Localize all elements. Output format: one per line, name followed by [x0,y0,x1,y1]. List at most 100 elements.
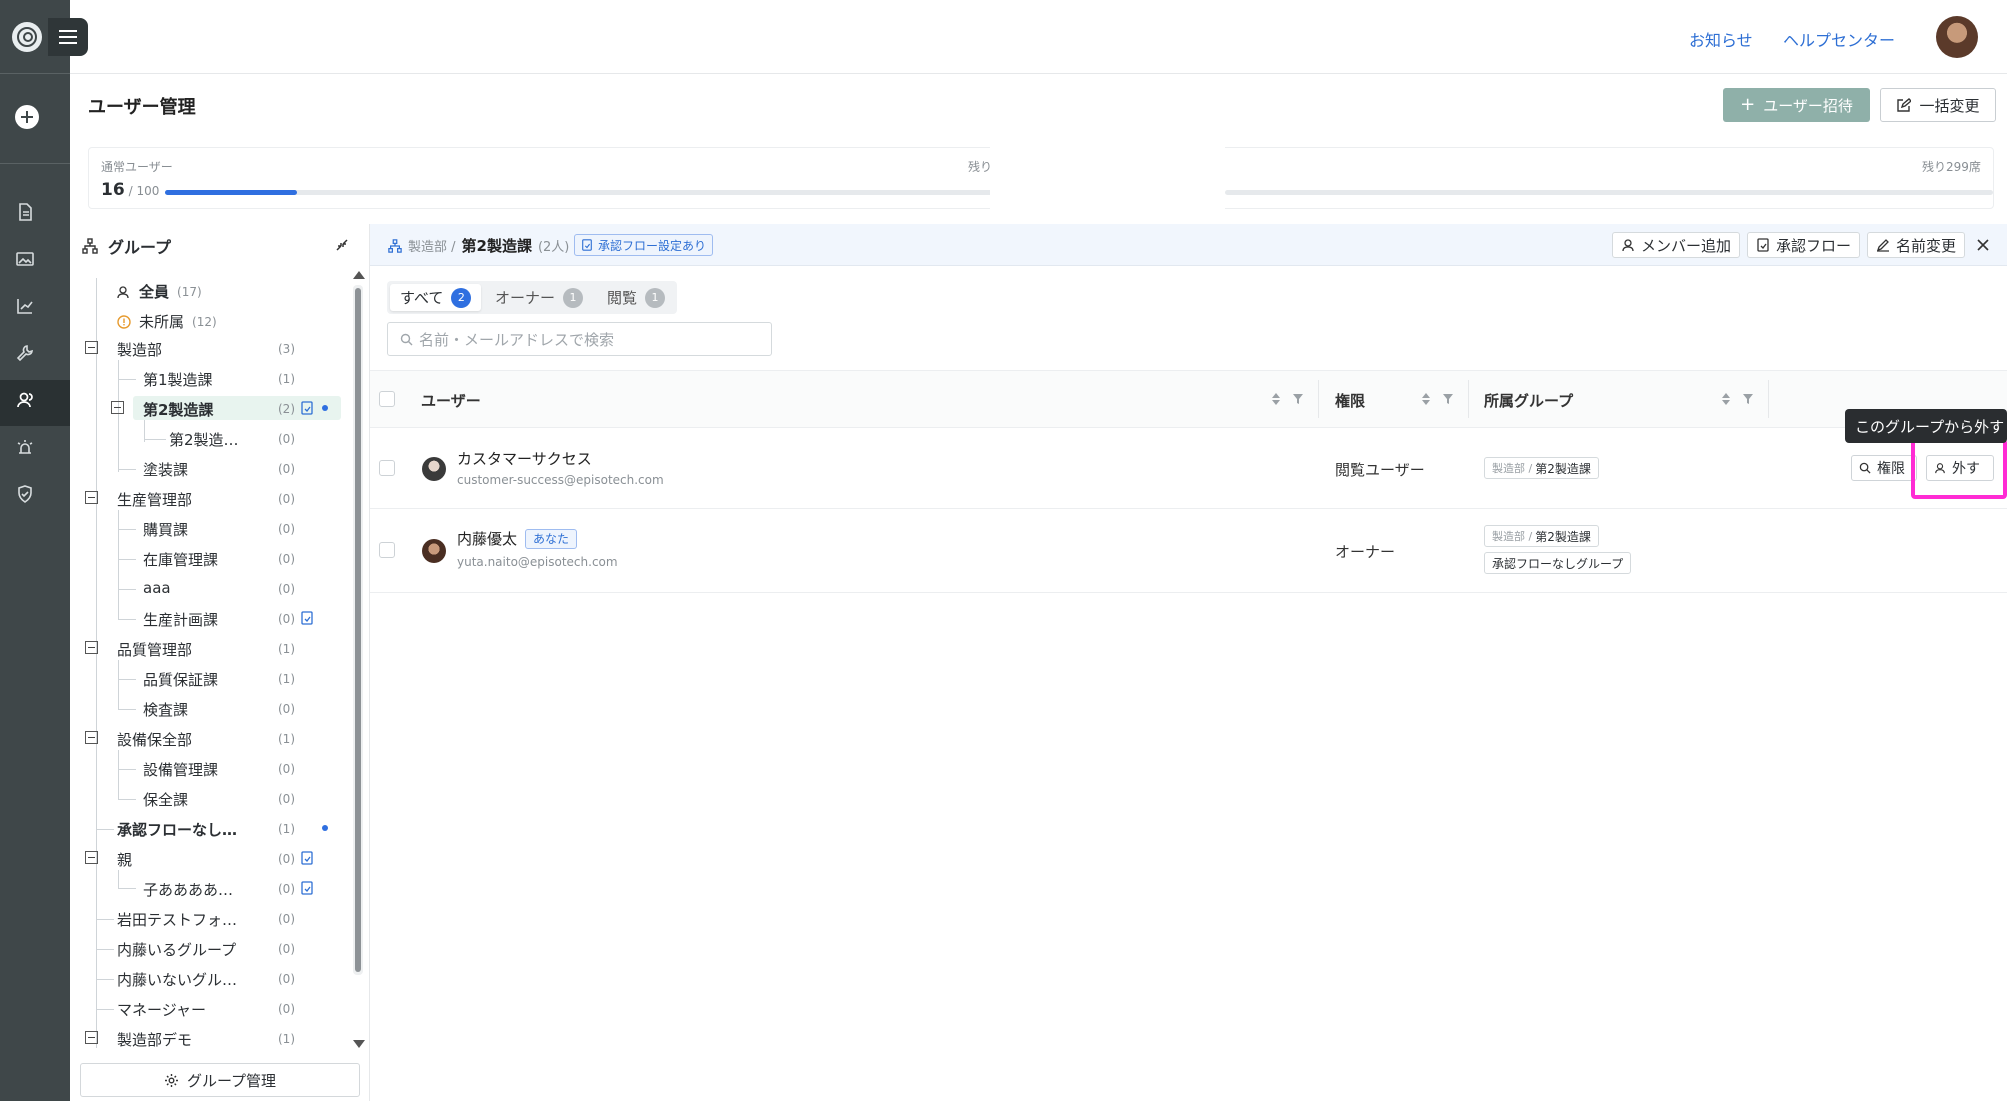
invite-user-button[interactable]: + ユーザー招待 [1723,88,1870,122]
scroll-down-icon[interactable] [353,1040,365,1048]
filter-icon[interactable] [1442,393,1454,405]
status-dot [322,405,328,411]
group-item-planning[interactable]: 生産計画課 [143,609,218,630]
tree-scrollbar-thumb[interactable] [355,288,361,972]
group-item-child[interactable]: 子ああああ… [143,879,233,900]
group-count: (0) [278,1002,295,1016]
group-count: (0) [278,492,295,506]
user-name: カスタマーサクセス [457,450,592,468]
group-item-parent[interactable]: 親 [117,849,132,870]
hamburger-menu-icon[interactable] [48,18,88,56]
group-item-no-flow[interactable]: 承認フローなし… [117,819,237,840]
image-icon[interactable] [10,244,40,274]
tree-line [96,949,114,950]
shield-check-icon[interactable] [10,479,40,509]
tree-line [118,360,119,472]
filter-icon[interactable] [1292,393,1304,405]
alarm-icon[interactable] [10,432,40,462]
close-icon[interactable] [1976,238,1990,252]
group-item-mfg-1[interactable]: 第1製造課 [143,369,213,390]
help-center-link[interactable]: ヘルプセンター [1783,27,1895,51]
group-tag-parent: 製造部 / [1492,530,1533,543]
group-item-qa[interactable]: 品質保証課 [143,669,218,690]
tree-line [96,278,97,1048]
group-item-unassigned[interactable]: 未所属 (12) [117,311,217,332]
create-plus-icon[interactable] [15,105,39,129]
tab-owner[interactable]: オーナー 1 [485,284,593,311]
group-tag-name: 第2製造課 [1535,461,1591,476]
group-item-painting[interactable]: 塗装課 [143,459,188,480]
group-item-mfg-2[interactable]: 第2製造課 [143,399,213,420]
group-item-manufacturing[interactable]: 製造部 [117,339,162,360]
group-item-inspection[interactable]: 検査課 [143,699,188,720]
rename-button[interactable]: 名前変更 [1867,232,1966,258]
analytics-chart-icon[interactable] [10,291,40,321]
collapse-toggle-icon[interactable] [85,341,98,354]
column-divider [1768,380,1769,418]
group-item-naito-in[interactable]: 内藤いるグループ [117,939,236,960]
group-item-equipment[interactable]: 設備管理課 [143,759,218,780]
usage-progress-fill [165,190,298,195]
tab-all[interactable]: すべて 2 [390,284,482,311]
group-count: (0) [278,912,295,926]
bulk-edit-button[interactable]: 一括変更 [1880,88,1996,122]
group-item-aaa[interactable]: aaa [143,579,171,597]
search-input[interactable]: 名前・メールアドレスで検索 [387,322,772,356]
tree-line [118,379,136,380]
notifications-link[interactable]: お知らせ [1689,27,1753,51]
column-header-role[interactable]: 権限 [1335,390,1365,411]
tab-viewer[interactable]: 閲覧 1 [597,284,675,311]
collapse-toggle-icon[interactable] [85,641,98,654]
users-icon[interactable] [10,385,40,415]
group-item-mfg-2-sub[interactable]: 第2製造… [169,429,239,450]
group-item-inventory[interactable]: 在庫管理課 [143,549,218,570]
group-item-naito-out[interactable]: 内藤いないグル… [117,969,237,990]
group-item-quality[interactable]: 品質管理部 [117,639,192,660]
collapse-panel-icon[interactable] [334,237,350,253]
table-header [370,370,2007,428]
collapse-toggle-icon[interactable] [85,731,98,744]
breadcrumb-parent[interactable]: 製造部 / [408,236,456,255]
sort-icon[interactable] [1271,391,1281,407]
app-logo-icon[interactable] [12,22,42,52]
filter-icon[interactable] [1742,393,1754,405]
approval-flow-button[interactable]: 承認フロー [1747,232,1861,258]
document-icon[interactable] [10,197,40,227]
user-name: 内藤優太 [457,530,518,548]
tree-line [118,870,119,888]
select-all-checkbox[interactable] [379,391,395,407]
group-item-mfg-demo[interactable]: 製造部デモ [117,1029,192,1050]
group-count: (17) [177,284,202,299]
approval-flow-label: 承認フロー [1776,236,1852,255]
column-header-groups[interactable]: 所属グループ [1484,390,1573,411]
add-member-button[interactable]: メンバー追加 [1612,232,1741,258]
group-count: (1) [278,372,295,386]
group-item-upkeep[interactable]: 保全課 [143,789,188,810]
sort-icon[interactable] [1721,391,1731,407]
wrench-settings-icon[interactable] [10,338,40,368]
group-count: (0) [278,762,295,776]
column-header-user[interactable]: ユーザー [421,390,481,411]
group-item-iwata[interactable]: 岩田テストフォ… [117,909,237,930]
row-checkbox[interactable] [379,542,395,558]
scroll-up-icon[interactable] [353,271,365,279]
group-item-maintenance[interactable]: 設備保全部 [117,729,192,750]
avatar [422,457,446,481]
collapse-toggle-icon[interactable] [85,491,98,504]
group-count: (0) [278,582,295,596]
group-item-all[interactable]: 全員 (17) [117,281,202,302]
view-role-button[interactable]: 権限 [1851,455,1917,481]
group-item-purchase[interactable]: 購買課 [143,519,188,540]
search-icon [400,333,413,346]
row-checkbox[interactable] [379,460,395,476]
group-item-manager[interactable]: マネージャー [117,999,206,1020]
group-count: (0) [278,612,295,626]
collapse-toggle-icon[interactable] [85,851,98,864]
group-item-production[interactable]: 生産管理部 [117,489,192,510]
collapse-toggle-icon[interactable] [85,1031,98,1044]
sort-icon[interactable] [1421,391,1431,407]
group-manage-button[interactable]: グループ管理 [80,1063,360,1097]
user-avatar[interactable] [1936,16,1978,58]
collapse-toggle-icon[interactable] [111,401,124,414]
person-icon [1621,238,1635,252]
